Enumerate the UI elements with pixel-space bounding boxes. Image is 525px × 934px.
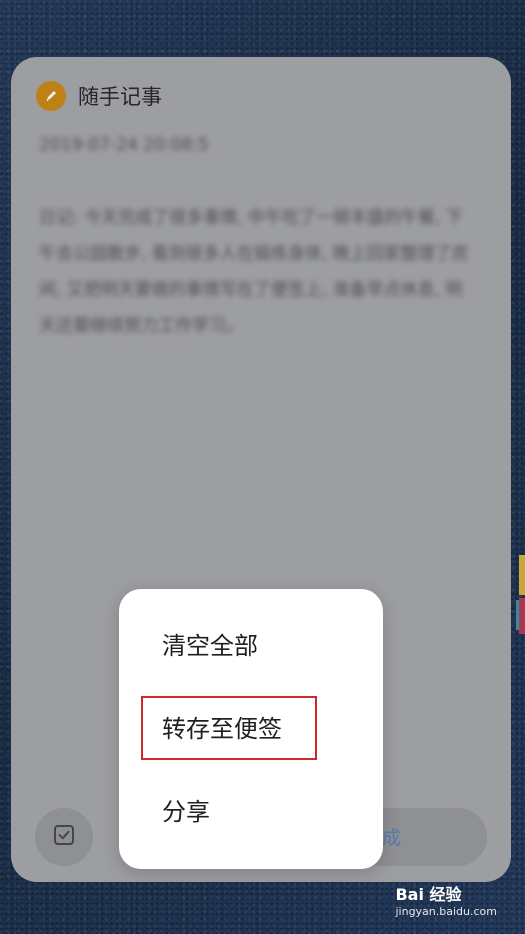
edge-strip-yellow: [519, 555, 525, 595]
menu-item-share[interactable]: 分享: [162, 796, 210, 828]
watermark-brand: Bai 经验: [395, 885, 462, 904]
note-body[interactable]: 日记: 今天完成了很多事情, 中午吃了一顿丰盛的午餐, 下午去公园散步, 看到很…: [39, 200, 479, 344]
edge-strip-teal: [516, 600, 519, 630]
checkbox-icon: [52, 823, 76, 851]
card-header: 随手记事: [36, 81, 162, 111]
watermark: Bai 经验 jingyan.baidu.com: [395, 881, 497, 918]
edge-strip-red: [519, 598, 525, 634]
checkbox-button[interactable]: [35, 808, 93, 866]
app-title: 随手记事: [78, 85, 162, 109]
note-date: 2019-07-24 20:08:52: [39, 135, 209, 155]
watermark-url: jingyan.baidu.com: [395, 905, 497, 918]
pencil-icon: [36, 81, 66, 111]
menu-item-clear-all[interactable]: 清空全部: [162, 630, 258, 662]
highlight-box: [141, 696, 317, 760]
watermark-logo: Bai 经验: [395, 881, 497, 905]
